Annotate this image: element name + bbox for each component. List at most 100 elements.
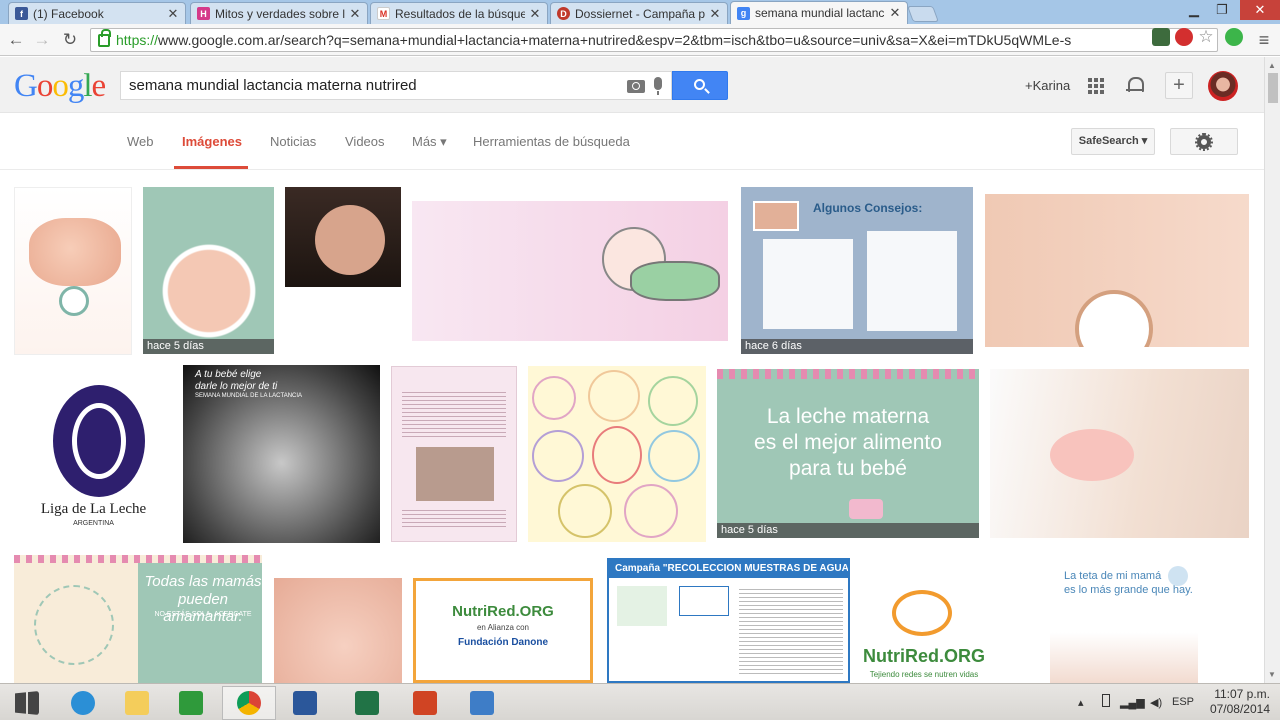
forward-button[interactable]: → [30,28,54,52]
search-input[interactable] [121,77,611,94]
notifications-bell-icon[interactable] [1126,76,1144,94]
excel-icon [355,691,379,715]
taskbar-chrome[interactable] [222,686,276,720]
microphone-icon[interactable] [654,77,662,95]
taskbar-ie[interactable] [56,686,110,720]
avatar[interactable] [1208,71,1238,101]
search-box [120,71,672,100]
vertical-scrollbar[interactable]: ▲ ▼ [1264,57,1280,683]
clock-time: 11:07 p.m. [1214,687,1270,701]
image-result[interactable]: Todas las mamás pueden amamantar. NO EST… [14,555,262,683]
image-result[interactable]: NutriRed.ORG en Alianza con Fundación Da… [413,578,593,683]
tab-gmail[interactable]: M Resultados de la búsqued ✕ [370,2,548,24]
safesearch-button[interactable]: SafeSearch ▾ [1071,128,1155,155]
search-button[interactable] [672,71,728,100]
evernote-icon[interactable] [1225,28,1243,46]
new-tab-button[interactable] [907,6,939,22]
image-result[interactable] [285,187,401,354]
share-plus-button[interactable]: + [1165,72,1193,99]
google-icon: g [737,6,750,20]
tab-title: Resultados de la búsqued [395,6,525,21]
taskbar-explorer[interactable] [110,686,164,720]
close-icon[interactable]: ✕ [349,6,361,22]
image-result[interactable] [274,578,402,683]
tab-news[interactable]: Noticias [270,134,316,149]
restore-icon[interactable]: ❐ [1208,0,1236,20]
app-icon [470,691,494,715]
screen: f (1) Facebook ✕ H Mitos y verdades sobr… [0,0,1280,720]
image-caption: para tu bebé [789,457,907,480]
reload-button[interactable]: ↻ [58,28,82,52]
scroll-down-icon[interactable]: ▼ [1268,670,1276,679]
speech-extension-icon[interactable] [1175,28,1193,46]
extension-icon[interactable] [1152,28,1170,46]
image-result[interactable] [985,194,1249,347]
image-result[interactable]: Liga de La Leche ARGENTINA [14,377,173,535]
image-result[interactable] [412,201,728,341]
taskbar-powerpoint[interactable] [398,686,452,720]
image-result[interactable]: Campaña "RECOLECCION MUESTRAS DE AGUAS" [607,558,850,683]
image-result[interactable] [391,366,517,542]
bookmark-star-icon[interactable]: ☆ [1197,28,1215,46]
tab-web[interactable]: Web [127,134,154,149]
address-bar[interactable]: https:// www.google.com.ar/search?q=sema… [90,28,1218,52]
tab-facebook[interactable]: f (1) Facebook ✕ [8,2,186,24]
scroll-up-icon[interactable]: ▲ [1268,61,1276,70]
chrome-menu-icon[interactable]: ≡ [1254,29,1274,51]
dossiernet-icon: D [557,7,570,20]
close-icon[interactable]: ✕ [889,5,901,21]
image-result[interactable]: hace 5 días [143,187,274,354]
user-name-link[interactable]: +Karina [1025,78,1070,93]
clock[interactable]: 11:07 p.m. 07/08/2014 [1200,687,1270,717]
tab-more[interactable]: Más ▾ [412,134,447,150]
close-icon[interactable]: ✕ [167,6,179,22]
image-result[interactable]: A tu bebé elige darle lo mejor de ti SEM… [183,365,380,543]
tab-images[interactable]: Imágenes [182,134,242,149]
minimize-icon[interactable]: ▁ [1180,0,1208,20]
camera-icon[interactable] [627,80,645,93]
back-button[interactable]: ← [4,28,28,52]
logo-letter: l [83,68,92,104]
tab-mitos[interactable]: H Mitos y verdades sobre la ✕ [190,2,368,24]
close-icon[interactable]: ✕ [529,6,541,22]
image-result[interactable]: La teta de mi mamá es lo más grande que … [1050,556,1198,683]
image-caption: pueden amamantar. [163,591,243,625]
tab-videos[interactable]: Videos [345,134,385,149]
taskbar-word[interactable] [278,686,332,720]
image-result[interactable]: La leche materna es el mejor alimento pa… [717,369,979,538]
image-caption: es lo más grande que hay. [1064,584,1193,596]
windows-logo-icon [15,691,39,715]
image-caption: La leche materna [766,405,930,428]
wifi-signal-icon[interactable]: ▂▄▆ [1120,696,1145,709]
image-result[interactable] [990,369,1249,538]
clock-date: 07/08/2014 [1209,702,1270,716]
image-caption: es el mejor alimento [754,431,942,454]
search-tools-button[interactable]: Herramientas de búsqueda [473,134,630,149]
volume-icon[interactable]: ◀) [1150,696,1162,709]
language-indicator[interactable]: ESP [1172,696,1194,708]
close-window-icon[interactable]: ✕ [1240,0,1280,20]
image-caption: Algunos Consejos: [813,201,923,215]
tab-google-search[interactable]: g semana mundial lactancia ✕ [730,1,908,24]
image-result[interactable] [14,187,132,355]
tray-expand-icon[interactable]: ▴ [1078,696,1084,709]
taskbar-excel[interactable] [340,686,394,720]
google-header: Google +Karina + [0,57,1264,113]
image-result[interactable] [528,366,706,542]
close-icon[interactable]: ✕ [709,6,721,22]
taskbar-store[interactable] [164,686,218,720]
image-caption: Liga de La Leche [40,501,147,517]
image-caption: SEMANA MUNDIAL DE LA LACTANCIA [195,393,303,399]
battery-icon[interactable] [1102,694,1110,707]
image-result[interactable]: Algunos Consejos: hace 6 días [741,187,973,354]
google-logo[interactable]: Google [14,68,106,104]
scrollbar-thumb[interactable] [1268,73,1278,103]
settings-button[interactable] [1170,128,1238,155]
active-tab-indicator [174,166,248,169]
facebook-icon: f [15,7,28,20]
tab-dossiernet[interactable]: D Dossiernet - Campaña po ✕ [550,2,728,24]
image-result[interactable]: NutriRed.ORG Tejiendo redes se nutren vi… [862,580,986,683]
apps-grid-icon[interactable] [1088,78,1104,94]
start-button[interactable] [0,686,54,720]
taskbar-app[interactable] [455,686,509,720]
